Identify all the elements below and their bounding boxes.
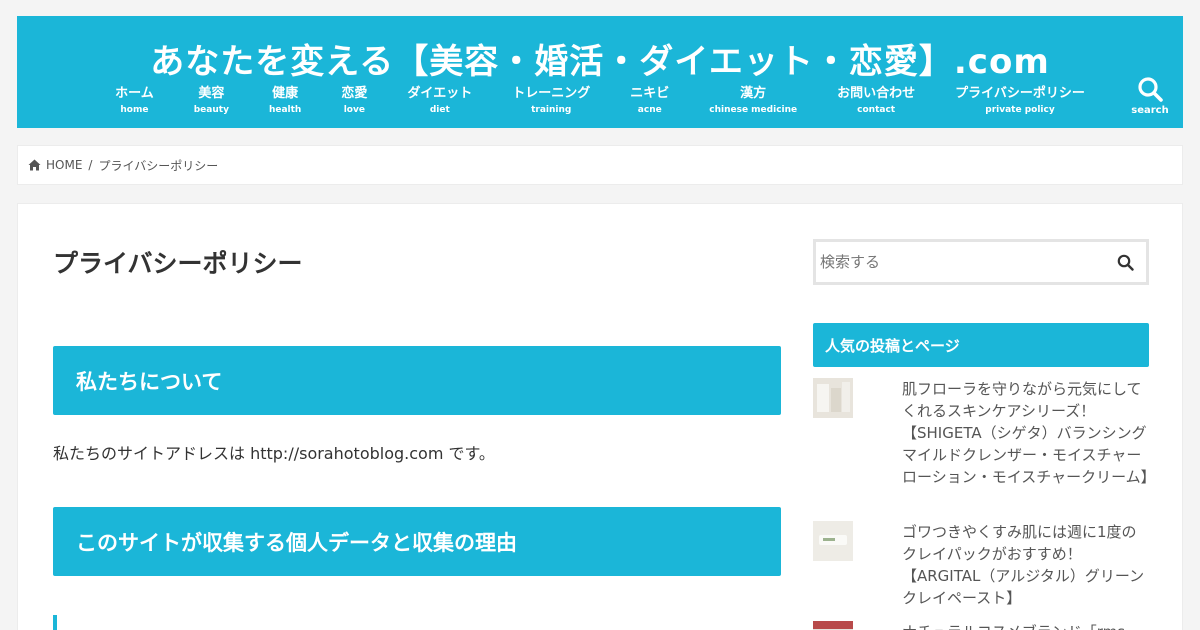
nav-sublabel: home [120,105,149,115]
section-heading-data-collection: このサイトが収集する個人データと収集の理由 [53,507,781,576]
nav-item-contact[interactable]: お問い合わせ contact [817,86,935,117]
nav-label: お問い合わせ [837,86,916,101]
page-title: プライバシーポリシー [53,249,303,278]
nav-label: 美容 [198,86,225,101]
popular-post-item[interactable]: ゴワつきやくすみ肌には週に1度のクレイパックがおすすめ！【ARGITAL（アルジ… [813,521,1149,609]
nav-item-love[interactable]: 恋愛 love [321,86,387,117]
subheading-accent-bar [53,615,57,630]
global-nav: ホーム home 美容 beauty 健康 health 恋愛 love ダイエ… [17,86,1183,117]
nav-label: トレーニング [512,86,591,101]
nav-sublabel: training [531,105,572,115]
nav-sublabel: diet [429,105,450,115]
breadcrumb-separator: / [88,158,93,172]
post-thumbnail[interactable] [813,378,853,418]
nav-item-home[interactable]: ホーム home [95,86,174,117]
nav-sublabel: private policy [985,105,1055,115]
post-thumbnail[interactable] [813,521,853,561]
nav-label: プライバシーポリシー [955,86,1085,101]
nav-sublabel: beauty [193,105,229,115]
nav-label: ニキビ [630,86,670,101]
sidebar-search [813,239,1149,285]
search-icon [1117,254,1134,271]
popular-posts-title: 人気の投稿とページ [813,323,1149,367]
home-icon [28,159,41,171]
site-title[interactable]: あなたを変える【美容・婚活・ダイエット・恋愛】.com [17,34,1183,83]
search-label: search [1131,105,1169,116]
post-thumbnail[interactable] [813,621,853,630]
nav-sublabel: acne [637,105,662,115]
nav-label: 漢方 [740,86,767,101]
nav-item-diet[interactable]: ダイエット diet [387,86,492,117]
nav-sublabel: contact [857,105,896,115]
nav-item-acne[interactable]: ニキビ acne [610,86,689,117]
nav-item-beauty[interactable]: 美容 beauty [174,86,249,117]
section-heading-about: 私たちについて [53,346,781,415]
nav-item-chinese-medicine[interactable]: 漢方 chinese medicine [689,86,817,117]
breadcrumb-current: プライバシーポリシー [98,158,219,173]
nav-sublabel: health [268,105,302,115]
section-text-about: 私たちのサイトアドレスは http://sorahotoblog.com です。 [53,444,495,463]
nav-item-health[interactable]: 健康 health [249,86,321,117]
breadcrumb-home-label: HOME [46,158,83,172]
site-header: あなたを変える【美容・婚活・ダイエット・恋愛】.com ホーム home 美容 … [17,16,1183,128]
nav-sublabel: love [343,105,365,115]
nav-label: ホーム [115,86,154,101]
post-title[interactable]: ナチュラルコスメブランド「rms [902,621,1149,630]
post-title[interactable]: ゴワつきやくすみ肌には週に1度のクレイパックがおすすめ！【ARGITAL（アルジ… [902,521,1149,609]
search-input[interactable] [816,242,1104,282]
search-icon [1138,77,1163,102]
search-submit-button[interactable] [1104,254,1146,271]
post-title[interactable]: 肌フローラを守りながら元気にしてくれるスキンケアシリーズ！【SHIGETA（シゲ… [902,378,1156,488]
nav-label: ダイエット [407,86,473,101]
nav-item-privacy-policy[interactable]: プライバシーポリシー private policy [935,86,1105,117]
popular-post-item[interactable]: 肌フローラを守りながら元気にしてくれるスキンケアシリーズ！【SHIGETA（シゲ… [813,378,1156,488]
nav-item-training[interactable]: トレーニング training [492,86,610,117]
nav-label: 恋愛 [341,86,368,101]
nav-label: 健康 [272,86,299,101]
breadcrumb-home[interactable]: HOME [28,158,82,172]
main-content: プライバシーポリシー 私たちについて 私たちのサイトアドレスは http://s… [17,203,1183,630]
breadcrumb: HOME / プライバシーポリシー [17,145,1183,185]
nav-sublabel: chinese medicine [709,105,798,115]
header-search-button[interactable]: search [1125,76,1175,122]
popular-post-item[interactable]: ナチュラルコスメブランド「rms [813,621,1149,630]
